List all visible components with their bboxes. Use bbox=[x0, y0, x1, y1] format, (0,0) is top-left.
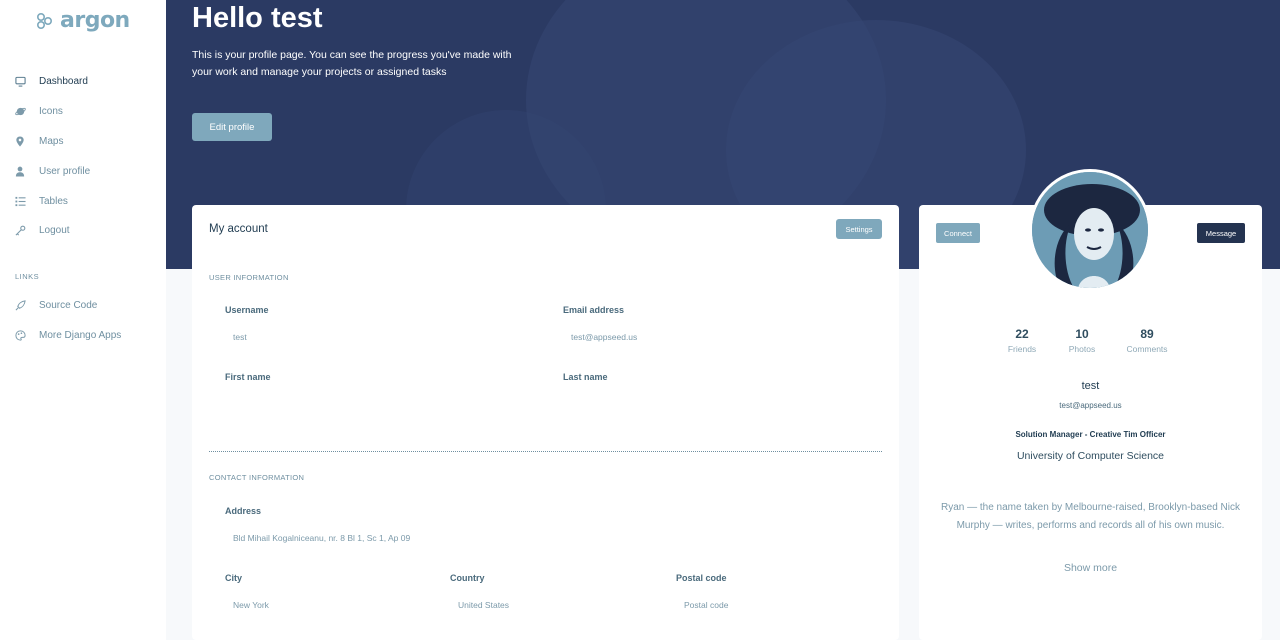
sidebar-item-label: Logout bbox=[39, 224, 70, 236]
sidebar-item-label: Icons bbox=[39, 105, 63, 117]
user-information-heading: USER INFORMATION bbox=[209, 273, 289, 282]
sidebar-item-tables[interactable]: Tables bbox=[14, 195, 68, 207]
card-title: My account bbox=[209, 223, 268, 235]
sidebar-item-maps[interactable]: Maps bbox=[14, 135, 63, 147]
profile-bio: Ryan — the name taken by Melbourne-raise… bbox=[940, 502, 1241, 531]
sidebar-item-label: Maps bbox=[39, 135, 64, 147]
contact-information-heading: CONTACT INFORMATION bbox=[209, 473, 305, 482]
first-name-input[interactable] bbox=[233, 397, 533, 411]
settings-button[interactable]: Settings bbox=[836, 219, 882, 239]
section-divider bbox=[209, 451, 882, 452]
message-button[interactable]: Message bbox=[1197, 223, 1245, 243]
profile-name: test bbox=[1081, 380, 1100, 392]
sidebar-item-icons[interactable]: Icons bbox=[14, 105, 63, 117]
argon-logo-icon bbox=[36, 12, 53, 29]
sidebar-link-source-code[interactable]: Source Code bbox=[14, 299, 97, 311]
links-heading: LINKS bbox=[15, 272, 40, 281]
email-input[interactable]: test@appseed.us bbox=[571, 332, 637, 342]
sidebar-link-more-django-apps[interactable]: More Django Apps bbox=[14, 329, 121, 341]
show-more-link[interactable]: Show more bbox=[919, 562, 1262, 574]
stat-comments: 89 Comments bbox=[1112, 327, 1182, 354]
connect-button[interactable]: Connect bbox=[936, 223, 980, 243]
last-name-label: Last name bbox=[563, 372, 608, 382]
sidebar: argon Dashboard Icons Maps User profile … bbox=[0, 0, 166, 640]
last-name-input[interactable] bbox=[571, 397, 871, 411]
user-icon bbox=[14, 165, 26, 177]
my-account-card: My account Settings USER INFORMATION Use… bbox=[192, 205, 899, 640]
city-label: City bbox=[225, 573, 243, 583]
brand-name: argon bbox=[60, 8, 130, 33]
profile-email: test@appseed.us bbox=[1059, 401, 1122, 410]
brand-logo[interactable]: argon bbox=[36, 8, 130, 33]
bullet-list-icon bbox=[14, 195, 26, 207]
sidebar-item-dashboard[interactable]: Dashboard bbox=[14, 75, 88, 87]
address-label: Address bbox=[225, 506, 262, 516]
first-name-label: First name bbox=[225, 372, 271, 382]
sidebar-link-label: More Django Apps bbox=[39, 329, 122, 341]
edit-profile-button[interactable]: Edit profile bbox=[192, 113, 272, 141]
stat-label: Photos bbox=[1068, 344, 1096, 354]
profile-card: Connect Message 22 Friends 10 Photos 89 … bbox=[919, 169, 1262, 640]
monitor-icon bbox=[14, 75, 26, 87]
city-input[interactable]: New York bbox=[233, 600, 269, 610]
avatar bbox=[1029, 169, 1151, 291]
stat-value: 89 bbox=[1140, 327, 1154, 341]
avatar-portrait-image bbox=[1032, 172, 1148, 288]
spaceship-icon bbox=[14, 299, 26, 311]
postal-code-label: Postal code bbox=[676, 573, 727, 583]
planet-icon bbox=[14, 105, 26, 117]
username-label: Username bbox=[225, 305, 269, 315]
sidebar-item-logout[interactable]: Logout bbox=[14, 224, 70, 236]
username-input[interactable]: test bbox=[233, 332, 247, 342]
country-label: Country bbox=[450, 573, 485, 583]
stat-value: 10 bbox=[1075, 327, 1089, 341]
postal-code-input[interactable]: Postal code bbox=[684, 600, 728, 610]
address-input[interactable]: Bld Mihail Kogalniceanu, nr. 8 Bl 1, Sc … bbox=[233, 533, 410, 543]
sidebar-item-label: Tables bbox=[39, 195, 68, 207]
sidebar-item-label: User profile bbox=[39, 165, 91, 177]
country-input[interactable]: United States bbox=[458, 600, 509, 610]
sidebar-item-label: Dashboard bbox=[39, 75, 88, 87]
profile-job-title: Solution Manager - Creative Tim Officer bbox=[1015, 430, 1166, 439]
key-icon bbox=[14, 224, 26, 236]
page-description: This is your profile page. You can see t… bbox=[192, 49, 512, 78]
page-title: Hello test bbox=[192, 2, 323, 34]
stat-photos: 10 Photos bbox=[1047, 327, 1117, 354]
pin-icon bbox=[14, 135, 26, 147]
email-label: Email address bbox=[563, 305, 625, 315]
sidebar-link-label: Source Code bbox=[39, 299, 98, 311]
stat-label: Comments bbox=[1126, 344, 1168, 354]
palette-icon bbox=[14, 329, 26, 341]
sidebar-item-user-profile[interactable]: User profile bbox=[14, 165, 90, 177]
profile-university: University of Computer Science bbox=[1016, 450, 1165, 462]
